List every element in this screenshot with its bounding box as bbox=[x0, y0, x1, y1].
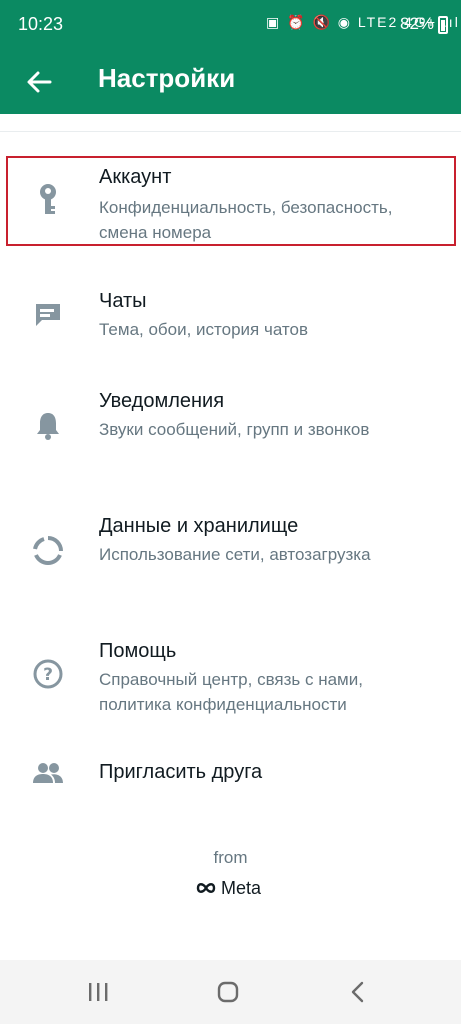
page-title: Настройки bbox=[98, 63, 236, 93]
battery-percent: 82% bbox=[400, 14, 435, 33]
data-usage-icon bbox=[30, 533, 66, 569]
meta-brand: Meta bbox=[221, 877, 262, 898]
back-chevron-icon bbox=[351, 981, 364, 1003]
nav-back-button[interactable] bbox=[338, 974, 378, 1010]
battery-icon bbox=[438, 16, 448, 34]
recents-icon bbox=[89, 983, 108, 1001]
settings-item-subtitle: Звуки сообщений, групп и звонков bbox=[99, 420, 370, 439]
arrow-left-icon bbox=[27, 71, 52, 93]
settings-item-invite-friend[interactable]: Пригласить друга bbox=[0, 748, 461, 798]
meta-logo: Meta bbox=[195, 876, 261, 900]
app-bar: Настройки bbox=[0, 50, 461, 114]
chat-icon bbox=[30, 296, 66, 332]
settings-item-subtitle: Справочный центр, связь с нами, политика… bbox=[99, 670, 363, 714]
system-nav-bar bbox=[0, 960, 461, 1024]
settings-item-title: Пригласить друга bbox=[99, 761, 263, 783]
settings-item-help[interactable]: ? Помощь Справочный центр, связь с нами,… bbox=[0, 630, 461, 720]
status-bar: 10:23 ▣ ⏰ 🔇 ◉ LTE2 4G+ .ıl 82% bbox=[0, 0, 461, 50]
meta-infinity-icon bbox=[196, 883, 216, 893]
settings-item-subtitle: Использование сети, автозагрузка bbox=[99, 545, 371, 564]
highlight-box bbox=[6, 156, 456, 246]
settings-item-title: Уведомления bbox=[99, 390, 225, 412]
settings-item-notifications[interactable]: Уведомления Звуки сообщений, групп и зво… bbox=[0, 380, 461, 470]
divider bbox=[0, 131, 461, 132]
back-button[interactable] bbox=[20, 62, 60, 102]
svg-text:?: ? bbox=[43, 665, 53, 685]
home-icon bbox=[217, 981, 239, 1003]
settings-item-subtitle: Тема, обои, история чатов bbox=[99, 320, 309, 339]
home-button[interactable] bbox=[208, 974, 248, 1010]
footer-from: from bbox=[213, 848, 248, 867]
settings-item-title: Чаты bbox=[99, 290, 147, 312]
bell-icon bbox=[30, 408, 66, 444]
settings-item-title: Данные и хранилище bbox=[99, 515, 299, 537]
people-icon bbox=[30, 755, 66, 791]
settings-item-title: Помощь bbox=[99, 640, 177, 662]
settings-item-data-storage[interactable]: Данные и хранилище Использование сети, а… bbox=[0, 505, 461, 595]
recents-button[interactable] bbox=[78, 974, 118, 1010]
status-time: 10:23 bbox=[18, 14, 64, 34]
help-icon: ? bbox=[30, 656, 66, 692]
settings-item-chats[interactable]: Чаты Тема, обои, история чатов bbox=[0, 280, 461, 352]
